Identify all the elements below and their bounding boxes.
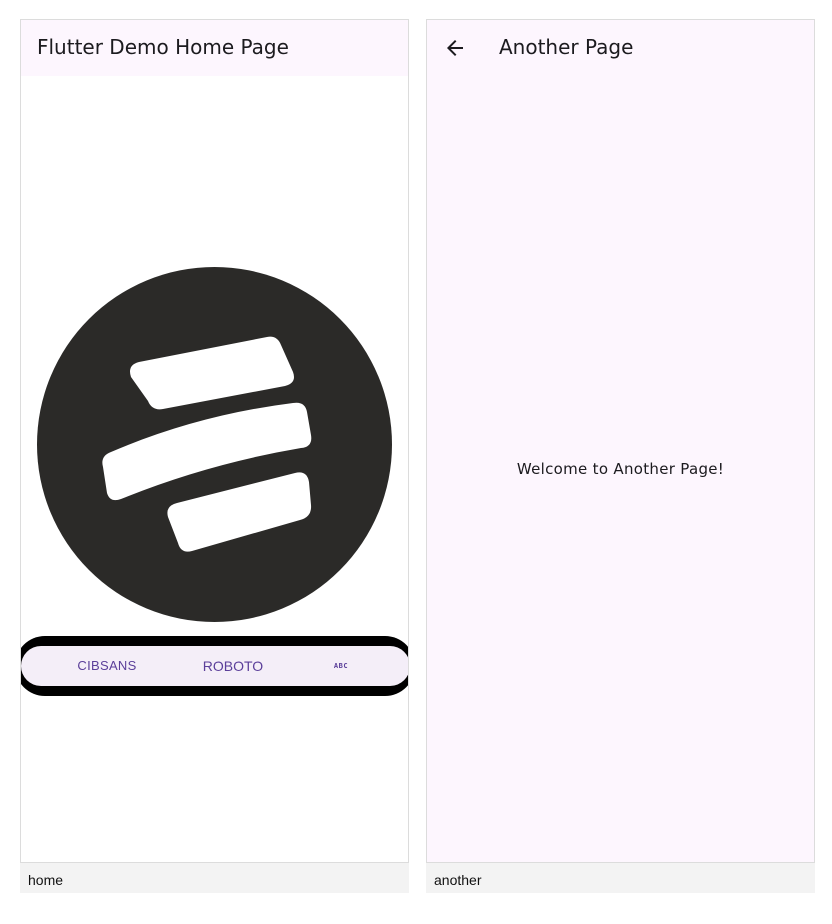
tab-cibsans[interactable]: CIBSANS (61, 646, 153, 686)
screen-caption-home: home (20, 863, 409, 893)
app-bar: Another Page (427, 20, 814, 76)
another-screen: Another Page Welcome to Another Page! (426, 19, 815, 863)
arrow-back-icon[interactable] (443, 36, 467, 60)
home-screen: Flutter Demo Home Page CIBSANS ROBOTO AB… (20, 19, 409, 863)
page-title: Another Page (499, 35, 634, 59)
screen-caption-another: another (426, 863, 815, 893)
tab-roboto[interactable]: ROBOTO (187, 646, 279, 686)
tab-abc[interactable]: ABC (321, 646, 361, 686)
logo-icon (37, 267, 392, 622)
page-title: Flutter Demo Home Page (37, 35, 289, 59)
app-bar: Flutter Demo Home Page (21, 20, 408, 76)
welcome-text: Welcome to Another Page! (516, 460, 725, 478)
